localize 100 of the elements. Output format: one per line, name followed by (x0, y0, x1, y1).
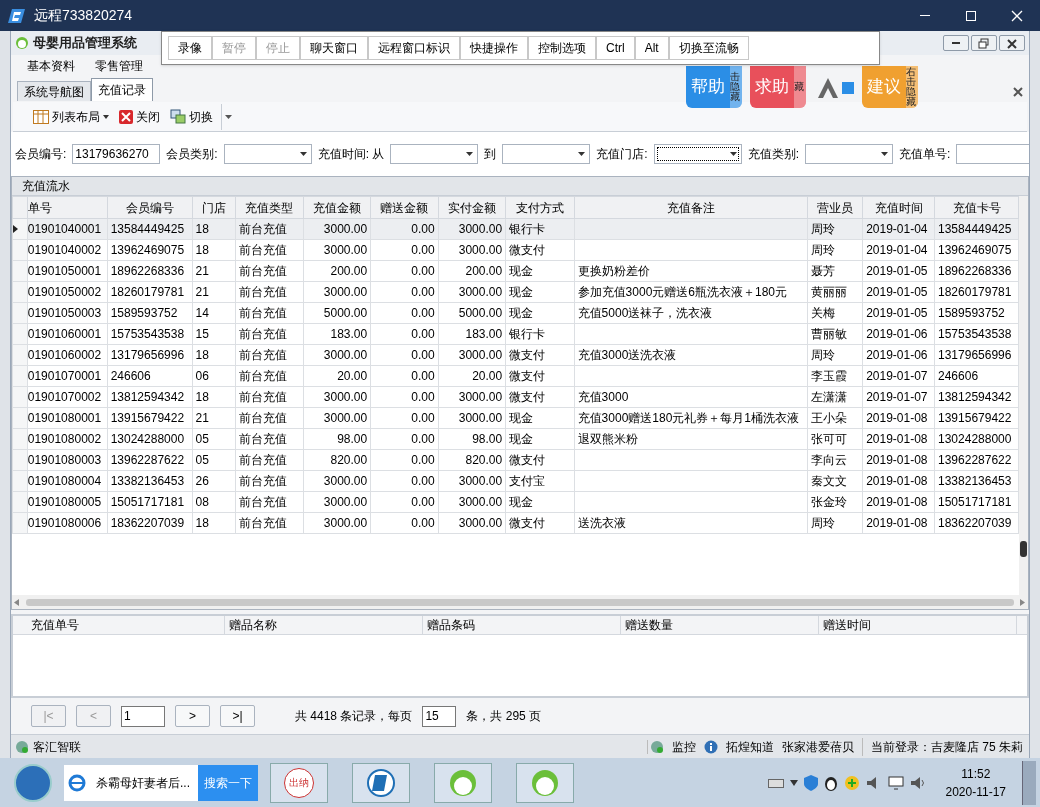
toolbar-button[interactable]: 录像 (168, 36, 212, 60)
dropdown-field[interactable] (223, 144, 312, 164)
taskbar-button[interactable] (516, 762, 574, 803)
column-header[interactable]: 赠品名称 (229, 616, 277, 634)
table-cell: 18 (195, 222, 209, 236)
table-cell: 13382136453 (938, 474, 1012, 488)
column-header[interactable]: 实付金额 (438, 196, 506, 219)
table-cell: 送洗衣液 (577, 516, 626, 530)
field-label: 充值类别: (747, 146, 800, 163)
column-header[interactable]: 会员编号 (107, 196, 193, 219)
vertical-scrollbar[interactable] (1019, 196, 1028, 595)
table-cell: 1589593752 (938, 306, 1005, 320)
close-button[interactable] (999, 35, 1025, 51)
toolbar-button[interactable]: 切换 (168, 107, 215, 126)
toolbar-button[interactable]: 列表布局 (31, 107, 111, 126)
table-cell: 0.00 (411, 222, 435, 236)
taskbar-button[interactable] (352, 762, 410, 803)
scroll-thumb[interactable] (26, 598, 1014, 606)
table-cell: 3000.00 (458, 474, 503, 488)
column-header[interactable]: 充值备注 (574, 196, 808, 219)
page-input[interactable]: 1 (121, 705, 165, 727)
column-header[interactable]: 充值卡号 (934, 196, 1019, 219)
table-cell: 3000.00 (323, 516, 368, 530)
restore-button[interactable] (971, 35, 997, 51)
column-header[interactable]: 充值时间 (862, 196, 935, 219)
toolbar-button[interactable]: Ctrl (596, 36, 635, 60)
table-cell: 13915679422 (110, 411, 185, 425)
table-cell: 18 (195, 516, 209, 530)
taskbar-button[interactable] (434, 762, 492, 803)
column-header[interactable]: 门店 (192, 196, 236, 219)
table-cell: 前台充值 (239, 411, 287, 425)
window-title: 远程733820274 (34, 6, 133, 25)
column-header[interactable]: 充值单号 (31, 616, 79, 634)
menu-item[interactable]: 零售管理 (87, 57, 151, 75)
toolbar-button[interactable]: 关闭 (117, 107, 162, 126)
input-field[interactable] (956, 144, 1029, 164)
column-header[interactable]: 赠送时间 (823, 616, 871, 634)
table-cell: 01901040001 (28, 222, 102, 236)
close-tab-button[interactable] (1013, 87, 1023, 97)
table-cell: 0.00 (411, 474, 435, 488)
caret-icon (103, 114, 109, 119)
table-cell: 前台充值 (239, 243, 287, 257)
scroll-thumb[interactable] (1020, 541, 1027, 557)
dropdown-field[interactable] (805, 144, 894, 164)
table-cell: 0.00 (411, 327, 435, 341)
table-cell: 3000.00 (458, 222, 503, 236)
toolbar-button[interactable]: 聊天窗口 (300, 36, 368, 60)
promo-badge[interactable]: 求助 藏 (750, 66, 806, 108)
table-cell: 21 (195, 285, 209, 299)
table-cell: 现金 (509, 285, 534, 299)
toolbar-button[interactable]: 切换至流畅 (668, 36, 749, 60)
dropdown-field[interactable] (502, 144, 591, 164)
start-button[interactable] (14, 763, 52, 802)
table-cell: 20.00 (472, 369, 503, 383)
pager-button[interactable]: >| (220, 705, 255, 727)
close-icon (1013, 87, 1023, 97)
table-cell: 2019-01-05 (866, 264, 928, 278)
table-cell: 微支付 (509, 516, 546, 530)
table-cell: 2019-01-08 (866, 474, 928, 488)
table-cell: 左潇潇 (811, 390, 848, 404)
column-header[interactable]: 赠送数量 (625, 616, 673, 634)
toolbar-button[interactable]: 快捷操作 (460, 36, 528, 60)
app-badge: 出纳 (284, 767, 314, 798)
tab[interactable]: 系统导航图 (17, 81, 91, 101)
field-label: 到 (484, 146, 497, 163)
input-field[interactable]: 13179636270 (72, 144, 161, 164)
column-header[interactable]: 充值金额 (303, 196, 371, 219)
table-cell: 2019-01-05 (866, 306, 928, 320)
status-text: 监控 (672, 738, 696, 756)
status-text: 张家港爱蓓贝 (782, 738, 854, 756)
toolbar-button[interactable]: 控制选项 (528, 36, 596, 60)
overflow-button[interactable] (221, 103, 235, 130)
column-header[interactable]: 赠送金额 (370, 196, 439, 219)
menu-item[interactable]: 基本资料 (19, 57, 83, 75)
caret-icon (729, 152, 737, 156)
toolbar-button[interactable]: Alt (634, 36, 669, 60)
table-cell: 18260179781 (938, 285, 1012, 299)
column-header[interactable]: 支付方式 (505, 196, 575, 219)
tab[interactable]: 充值记录 (91, 78, 153, 101)
minimize-button[interactable] (943, 35, 969, 51)
table-cell: 秦文文 (811, 474, 848, 488)
column-header[interactable]: 单号 (27, 196, 108, 219)
pager-button[interactable]: > (175, 705, 210, 727)
column-header[interactable]: 充值类型 (235, 196, 304, 219)
page-size-input[interactable]: 15 (422, 705, 457, 727)
table-cell: 前台充值 (239, 495, 287, 509)
column-header[interactable]: 赠品条码 (427, 616, 475, 634)
show-desktop-button[interactable] (1022, 760, 1036, 805)
status-text: 拓煌知道 (726, 738, 774, 756)
toolbar-button[interactable]: 远程窗口标识 (368, 36, 460, 60)
table-cell: 5000.00 (458, 306, 503, 320)
dropdown-field[interactable] (653, 144, 742, 164)
column-header[interactable]: 营业员 (807, 196, 863, 219)
horizontal-scrollbar[interactable] (12, 595, 1028, 609)
taskbar-button[interactable]: 出纳 (270, 762, 328, 803)
table-cell: 李向云 (811, 453, 848, 467)
field-label: 充值门店: (596, 146, 648, 163)
caret-icon (578, 152, 586, 156)
table-cell: 13382136453 (110, 474, 185, 488)
dropdown-field[interactable] (390, 144, 479, 164)
